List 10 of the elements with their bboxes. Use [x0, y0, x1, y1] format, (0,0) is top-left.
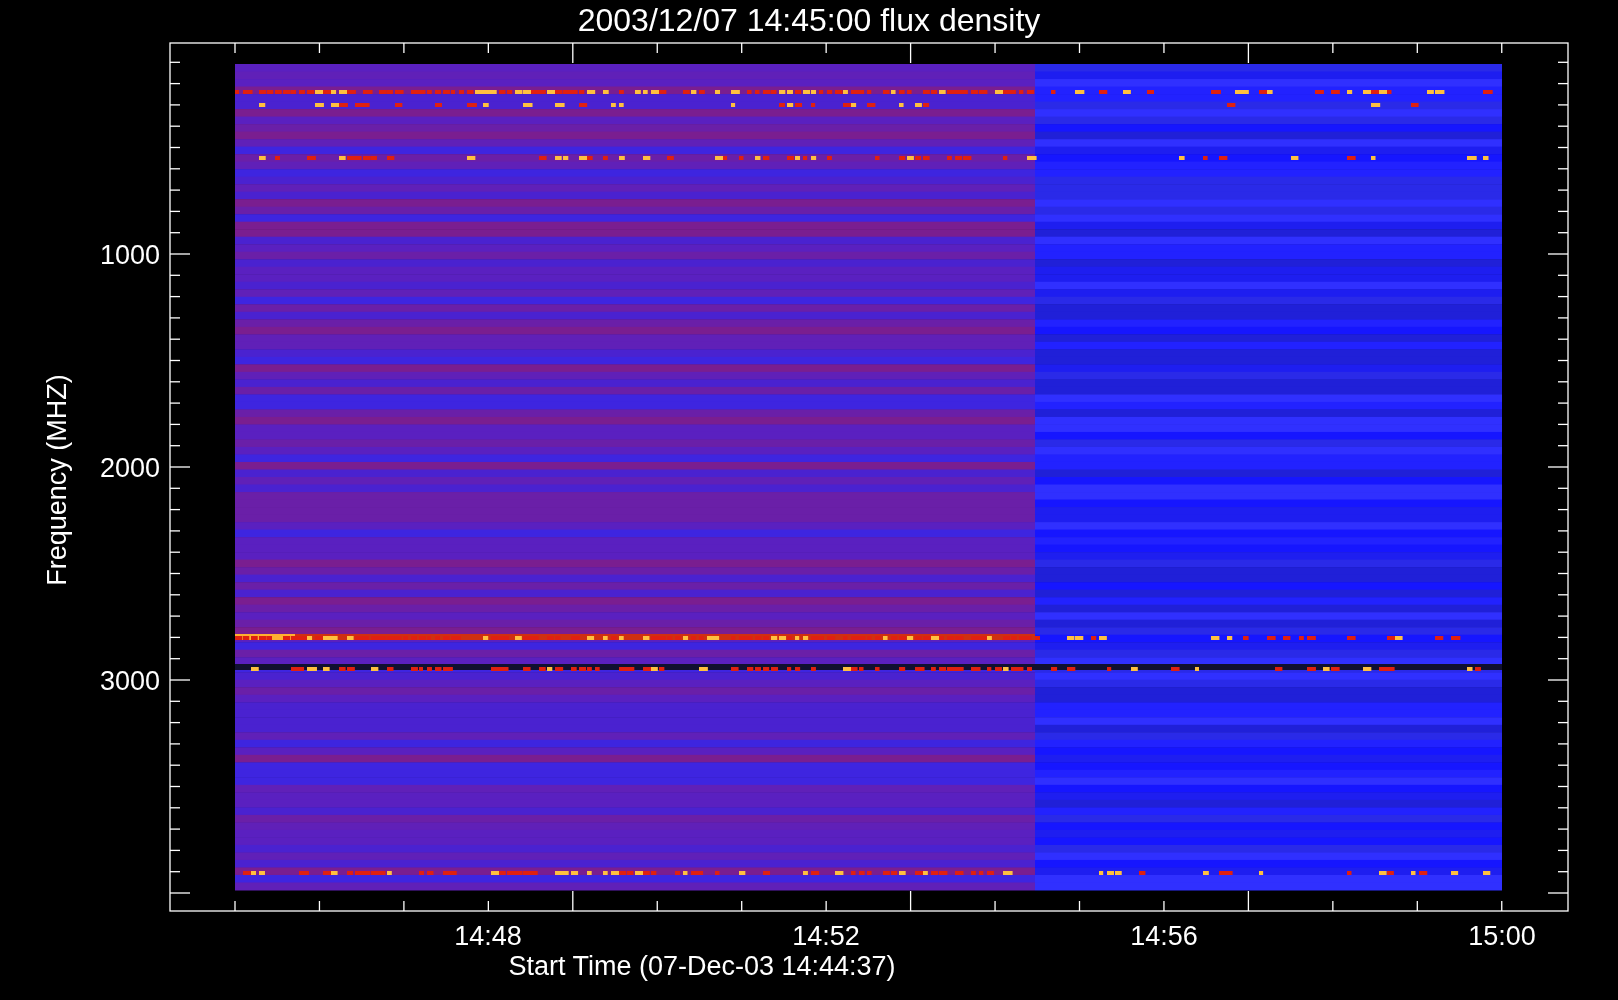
axis-label: Frequency (MHZ): [42, 374, 72, 586]
tick-label: 14:48: [454, 921, 522, 951]
tick-label: 14:52: [792, 921, 860, 951]
tick-label: 14:56: [1130, 921, 1198, 951]
tick-label: 2000: [99, 453, 160, 483]
tick-label: 15:00: [1468, 921, 1536, 951]
plot-title: 2003/12/07 14:45:00 flux density: [577, 2, 1041, 38]
tick-label: 3000: [99, 666, 160, 696]
tick-label: 1000: [99, 240, 160, 270]
axis-label: Start Time (07-Dec-03 14:44:37): [508, 951, 896, 981]
